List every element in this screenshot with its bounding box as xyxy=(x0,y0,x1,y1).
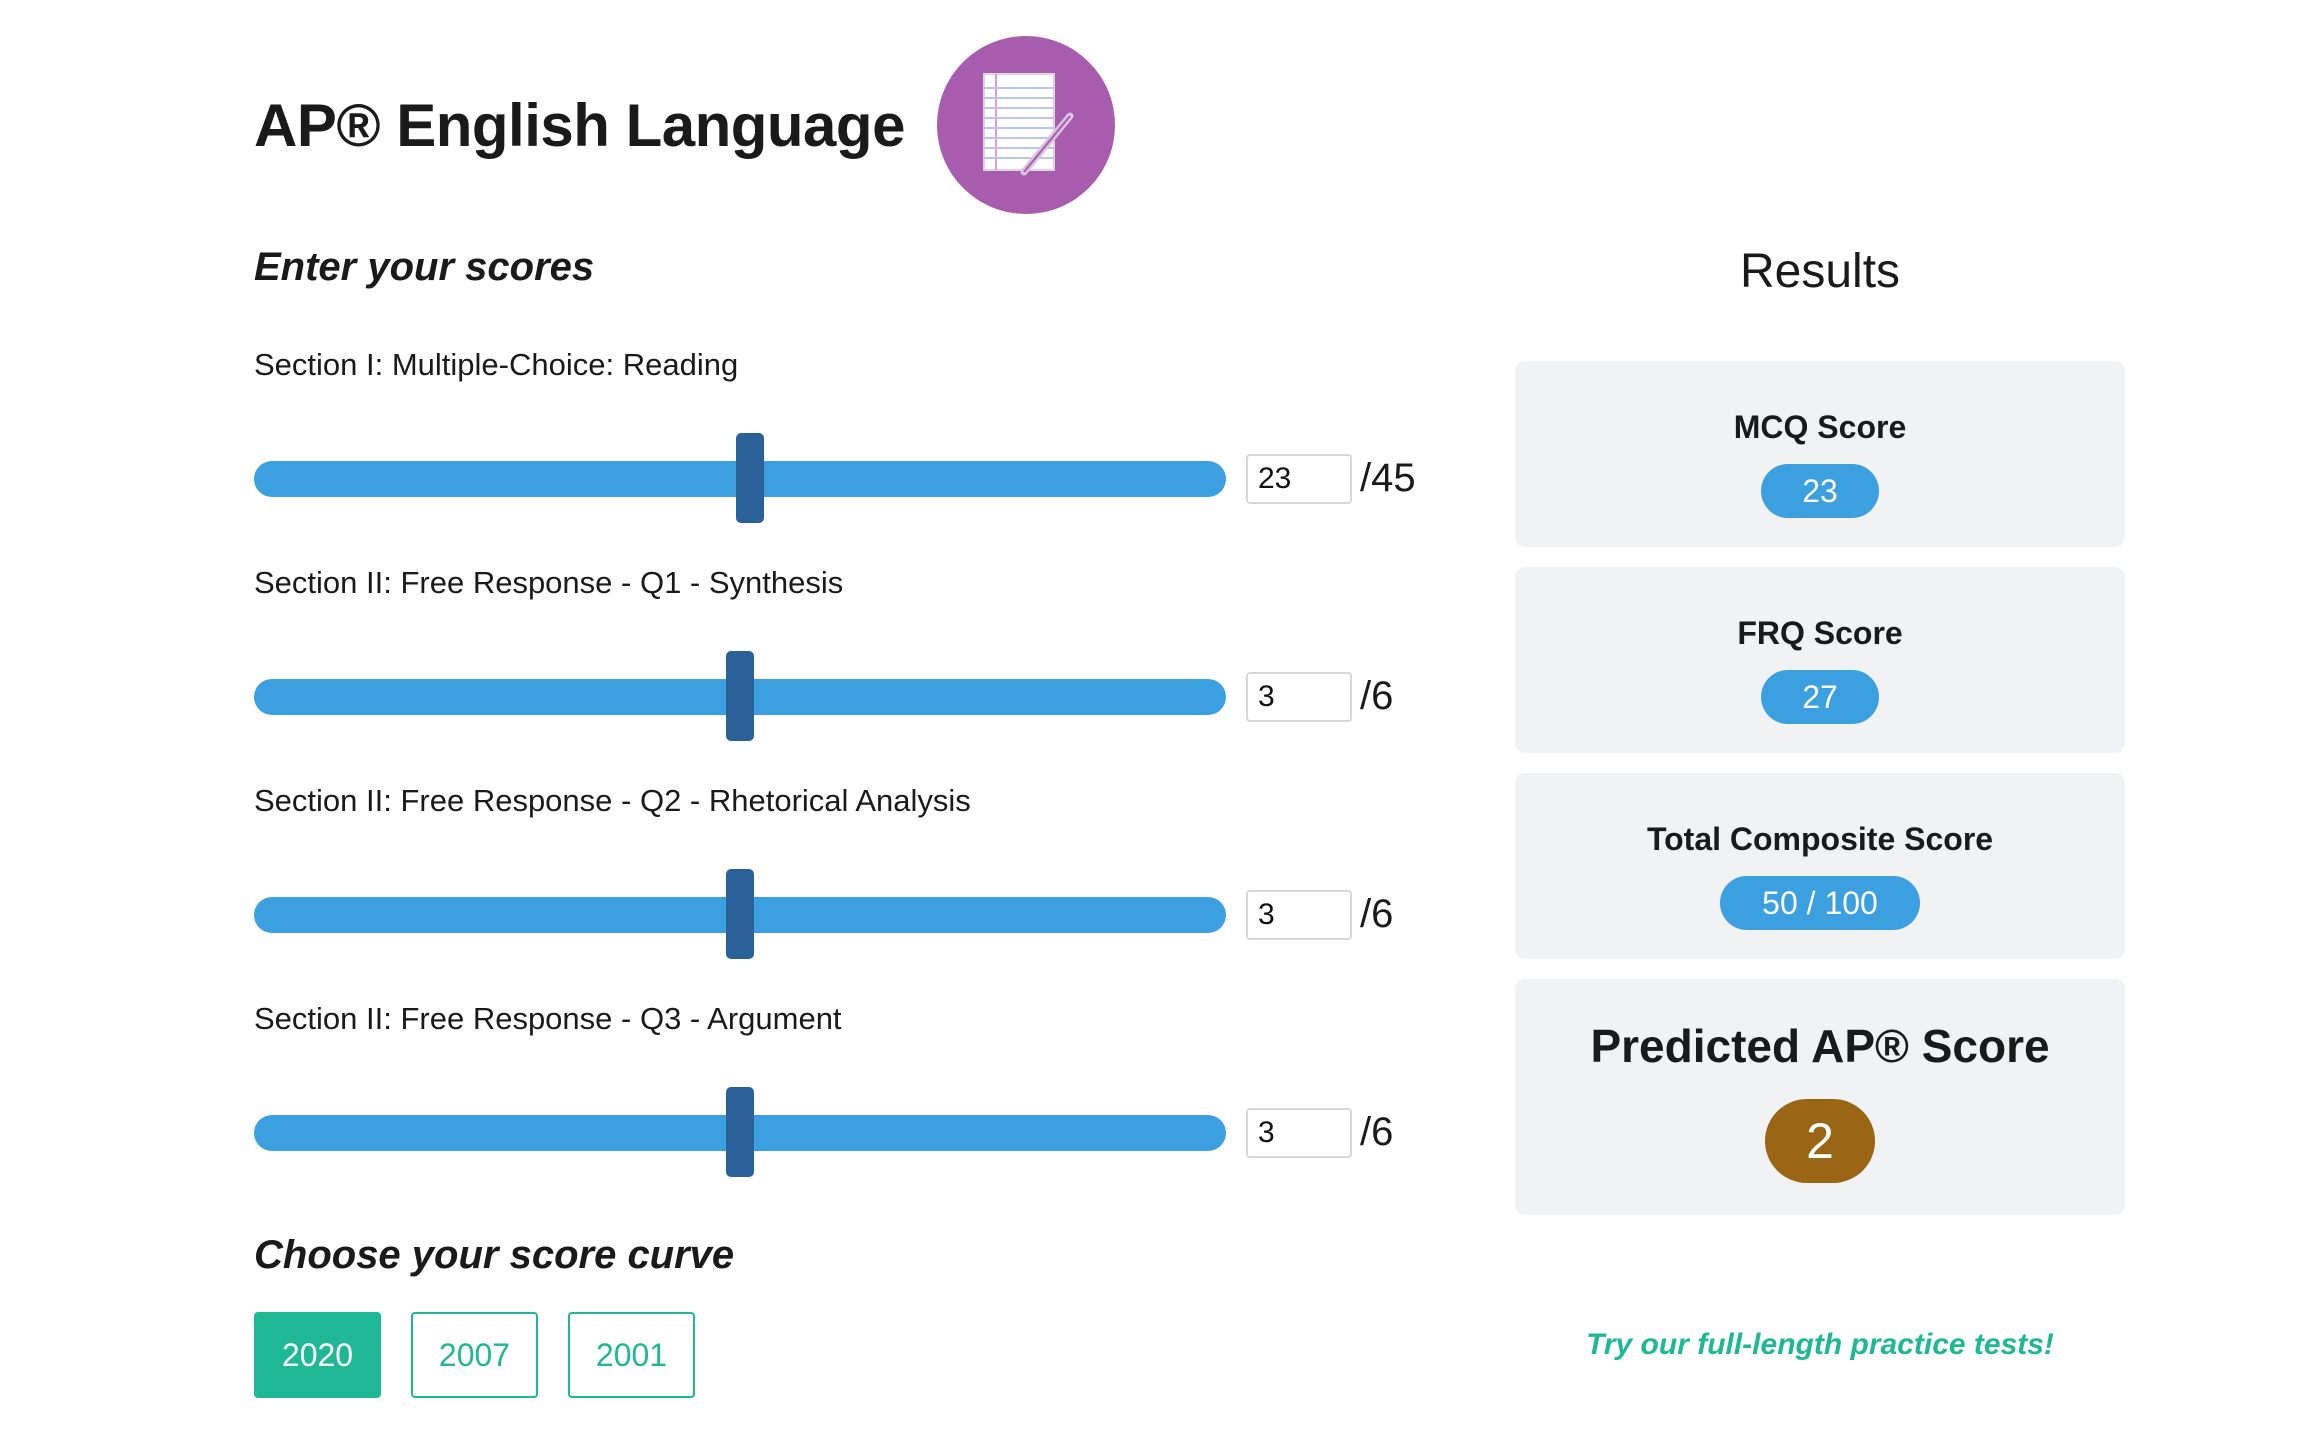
q1-slider: /6 xyxy=(254,651,1454,741)
curve-2020-button[interactable]: 2020 xyxy=(254,1312,381,1398)
slider-thumb[interactable] xyxy=(726,869,754,959)
results-heading: Results xyxy=(1739,245,1901,298)
curve-2007-button[interactable]: 2007 xyxy=(411,1312,538,1398)
q2-slider: /6 xyxy=(254,869,1454,959)
section-label: Section II: Free Response - Q1 - Synthes… xyxy=(254,565,844,600)
score-max: /45 xyxy=(1360,456,1416,500)
section-q2-rhetorical: Section II: Free Response - Q2 - Rhetori… xyxy=(254,781,1454,959)
practice-tests-link[interactable]: Try our full-length practice tests! xyxy=(1515,1328,2125,1362)
mcq-score-card: MCQ Score 23 xyxy=(1515,361,2125,547)
q2-score-input[interactable] xyxy=(1246,890,1352,940)
predicted-score-card: Predicted AP® Score 2 xyxy=(1515,979,2125,1215)
section-q1-synthesis: Section II: Free Response - Q1 - Synthes… xyxy=(254,563,1454,741)
section-label: Section I: Multiple-Choice: Reading xyxy=(254,347,739,382)
frq-score-value: 27 xyxy=(1761,670,1879,724)
score-max: /6 xyxy=(1360,1110,1394,1154)
section-q3-argument: Section II: Free Response - Q3 - Argumen… xyxy=(254,999,1454,1177)
section-label: Section II: Free Response - Q2 - Rhetori… xyxy=(254,783,971,818)
mcq-score-input[interactable] xyxy=(1246,454,1352,504)
q3-score-input[interactable] xyxy=(1246,1108,1352,1158)
card-title: Predicted AP® Score xyxy=(1590,1020,2050,1072)
q1-score-input[interactable] xyxy=(1246,672,1352,722)
slider-thumb[interactable] xyxy=(726,1087,754,1177)
mcq-slider: /45 xyxy=(254,433,1454,523)
page-title: AP® English Language xyxy=(254,91,905,159)
score-max: /6 xyxy=(1360,674,1394,718)
composite-score-value: 50 / 100 xyxy=(1720,876,1920,930)
card-title: MCQ Score xyxy=(1733,409,1907,445)
composite-score-card: Total Composite Score 50 / 100 xyxy=(1515,773,2125,959)
notebook-pencil-icon xyxy=(936,36,1115,214)
slider-thumb[interactable] xyxy=(726,651,754,741)
slider-thumb[interactable] xyxy=(736,433,764,523)
enter-scores-heading: Enter your scores xyxy=(254,245,595,289)
score-max: /6 xyxy=(1360,892,1394,936)
frq-score-card: FRQ Score 27 xyxy=(1515,567,2125,753)
q3-slider: /6 xyxy=(254,1087,1454,1177)
curve-2001-button[interactable]: 2001 xyxy=(568,1312,695,1398)
predicted-score-value: 2 xyxy=(1765,1099,1875,1183)
score-curve-options: 2020 2007 2001 xyxy=(254,1312,695,1398)
section-label: Section II: Free Response - Q3 - Argumen… xyxy=(254,1001,842,1036)
page-header: AP® English Language xyxy=(254,36,1115,214)
mcq-score-value: 23 xyxy=(1761,464,1879,518)
score-curve-heading: Choose your score curve xyxy=(254,1233,735,1277)
section-mcq: Section I: Multiple-Choice: Reading /45 xyxy=(254,345,1454,523)
card-title: FRQ Score xyxy=(1737,615,1903,651)
card-title: Total Composite Score xyxy=(1646,821,1994,857)
